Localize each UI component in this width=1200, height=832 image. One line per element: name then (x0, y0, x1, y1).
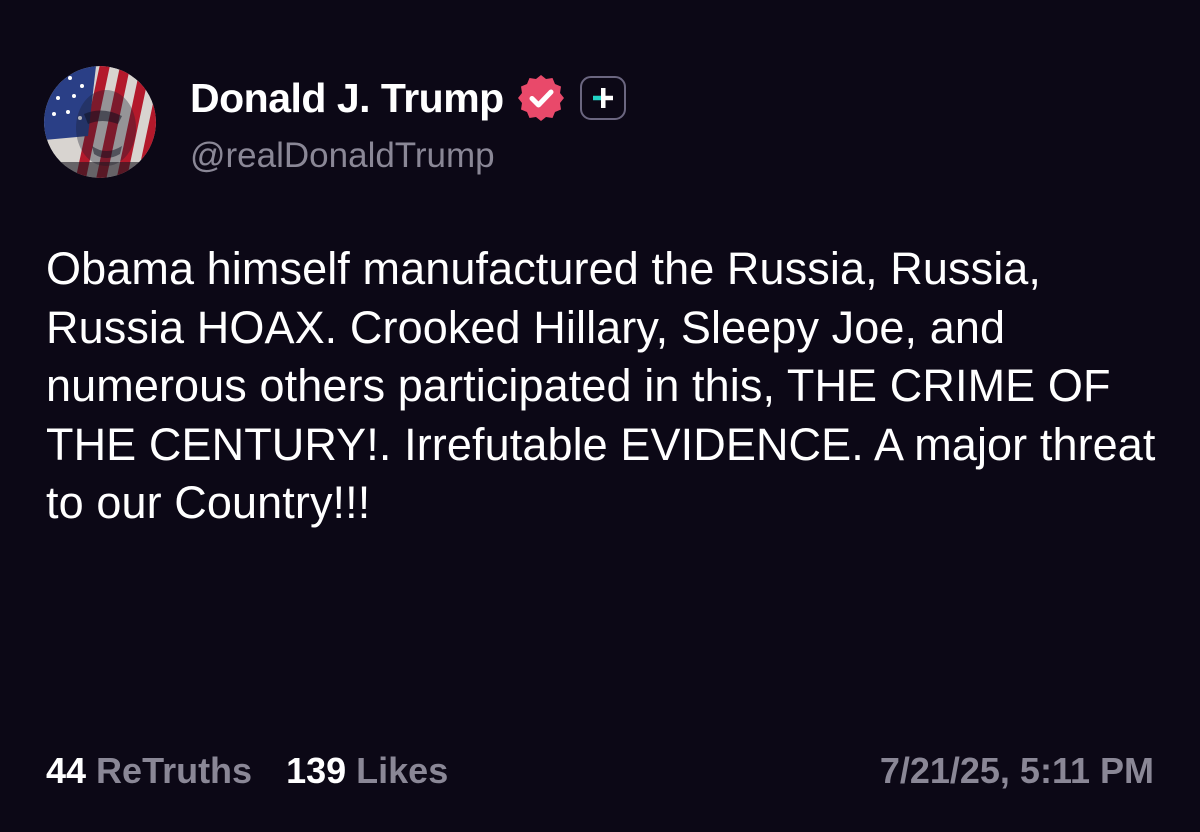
verified-check-icon (516, 73, 566, 123)
likes-count: 139 (286, 750, 347, 791)
avatar[interactable] (44, 66, 156, 178)
plus-badge-icon[interactable] (579, 76, 626, 120)
truth-post: Donald J. Trump @realDonaldTrump Obama h… (0, 0, 1200, 832)
avatar-image (44, 66, 156, 178)
post-timestamp[interactable]: 7/21/25, 5:11 PM (880, 750, 1154, 792)
retruths-label: ReTruths (96, 750, 253, 791)
retruths-stat[interactable]: 44 ReTruths (46, 750, 252, 792)
retruths-count: 44 (46, 750, 87, 791)
post-body: Obama himself manufactured the Russia, R… (46, 243, 1156, 528)
author-handle[interactable]: @realDonaldTrump (190, 136, 626, 176)
likes-stat[interactable]: 139 Likes (286, 750, 448, 792)
post-header: Donald J. Trump @realDonaldTrump (44, 66, 626, 178)
likes-label: Likes (356, 750, 449, 791)
post-footer: 44 ReTruths 139 Likes 7/21/25, 5:11 PM (46, 745, 1154, 797)
author-display-name[interactable]: Donald J. Trump (190, 75, 504, 122)
name-row: Donald J. Trump (190, 68, 626, 128)
author-identity: Donald J. Trump @realDonaldTrump (190, 68, 626, 176)
